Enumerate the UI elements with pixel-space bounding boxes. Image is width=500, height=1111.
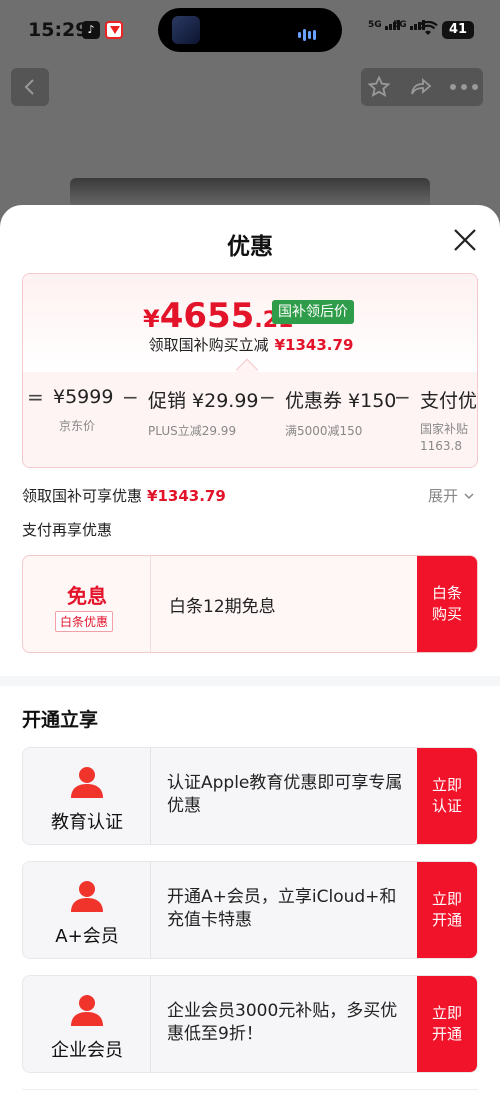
calc-operator: −	[259, 385, 276, 409]
open-now-button[interactable]: 立即开通	[417, 976, 477, 1072]
calc-operator: =	[27, 385, 44, 409]
action-label: 立即开通	[431, 890, 462, 929]
chevron-down-icon	[464, 493, 474, 500]
action-label: 白条购买	[431, 584, 462, 623]
audio-wave-icon	[298, 24, 326, 41]
calc-main: ¥5999	[53, 386, 114, 408]
expand-label: 展开	[428, 487, 459, 505]
star-icon[interactable]	[367, 75, 391, 99]
final-price: ¥4655.21	[143, 296, 293, 336]
offer-card-education[interactable]: 教育认证 认证Apple教育优惠即可享专属优惠 立即认证	[22, 747, 478, 845]
dynamic-island[interactable]	[158, 8, 342, 52]
offer-text: 企业会员3000元补贴，多买优惠低至9折！	[167, 1001, 398, 1044]
back-icon	[24, 79, 34, 95]
status-bar: 15:29 ♪ 5G 5G 41	[0, 0, 500, 62]
back-button[interactable]	[11, 68, 49, 106]
section-divider	[0, 676, 500, 686]
baitiao-tag: 白条优惠	[55, 611, 114, 632]
calc-main: 优惠券 ¥150	[285, 390, 397, 412]
offer-name: A+会员	[55, 926, 119, 947]
calc-sub: PLUS立减29.99	[148, 424, 237, 438]
baitiao-card[interactable]: 免息 白条优惠 白条12期免息 白条购买	[22, 555, 478, 653]
discount-sheet: 优惠 ¥4655.21 国补领后价 领取国补购买立减 ¥1343.79 = ¥59…	[0, 205, 500, 1111]
offer-badge: 企业会员	[23, 976, 151, 1072]
open-section-title: 开通立享	[22, 709, 99, 731]
action-label: 立即认证	[431, 776, 462, 815]
calc-item-coupon: 优惠券 ¥150 满5000减150	[285, 386, 396, 440]
calc-operator: −	[122, 385, 139, 409]
tiktok-icon: ♪	[82, 21, 100, 39]
offer-card-aplus[interactable]: A+会员 开通A+会员，立享iCloud+和充值卡特惠 立即开通	[22, 861, 478, 959]
calc-item-payment: 支付优惠 国家补贴 1163.8	[420, 386, 478, 455]
price-breakdown-card: ¥4655.21 国补领后价 领取国补购买立减 ¥1343.79 = ¥5999 …	[22, 273, 478, 468]
calc-sub: 国家补贴	[420, 422, 469, 436]
person-icon	[71, 881, 103, 912]
nav-actions	[361, 68, 483, 106]
action-label: 立即开通	[431, 1004, 462, 1043]
price-header: ¥4655.21 国补领后价 领取国补购买立减 ¥1343.79	[23, 274, 477, 370]
offer-badge: A+会员	[23, 862, 151, 958]
baitiao-text: 白条12期免息	[169, 597, 276, 617]
person-icon	[71, 995, 103, 1026]
calc-operator: −	[394, 385, 411, 409]
signal-label: 5G	[393, 20, 407, 30]
red-app-icon	[105, 21, 123, 39]
subsidy-price-tag: 国补领后价	[272, 300, 354, 324]
calc-main: 促销 ¥29.99	[148, 390, 259, 412]
claim-label: 领取国补购买立减	[148, 336, 269, 354]
baitiao-badge: 免息 白条优惠	[23, 556, 151, 652]
expand-button[interactable]: 展开	[428, 485, 475, 506]
now-playing-thumbnail	[172, 16, 200, 44]
baitiao-buy-button[interactable]: 白条购买	[417, 556, 477, 652]
person-icon	[71, 767, 103, 798]
calc-main: 支付优惠	[420, 390, 478, 412]
signal-label: 5G	[368, 20, 382, 30]
calc-sub-amount: 1163.8	[420, 439, 462, 453]
price-symbol: ¥	[143, 305, 160, 333]
enjoy-amount: ¥1343.79	[147, 487, 226, 505]
calc-sub: 京东价	[59, 419, 96, 433]
offer-name: 教育认证	[51, 812, 123, 833]
share-icon[interactable]	[409, 75, 433, 99]
sheet-title: 优惠	[227, 234, 273, 260]
price-calc-row[interactable]: = ¥5999 京东价 − 促销 ¥29.99 PLUS立减29.99 − 优惠…	[23, 372, 478, 467]
price-integer: 4655	[159, 296, 255, 336]
claim-line: 领取国补购买立减 ¥1343.79	[23, 334, 477, 355]
claim-amount: ¥1343.79	[274, 336, 354, 354]
status-time: 15:29	[28, 19, 89, 41]
offer-text: 认证Apple教育优惠即可享专属优惠	[167, 773, 403, 816]
calc-item-promotion: 促销 ¥29.99 PLUS立减29.99	[148, 386, 259, 440]
enjoy-label: 领取国补可享优惠	[22, 487, 143, 505]
pay-section-title: 支付再享优惠	[22, 521, 113, 539]
offer-text: 开通A+会员，立享iCloud+和充值卡特惠	[167, 887, 397, 930]
verify-now-button[interactable]: 立即认证	[417, 748, 477, 844]
section-divider	[22, 1089, 478, 1090]
calc-item-jd-price: ¥5999 京东价	[53, 386, 113, 435]
subsidy-enjoy-line: 领取国补可享优惠 ¥1343.79	[22, 485, 226, 506]
more-icon[interactable]	[449, 75, 479, 99]
open-now-button[interactable]: 立即开通	[417, 862, 477, 958]
offer-card-enterprise[interactable]: 企业会员 企业会员3000元补贴，多买优惠低至9折！ 立即开通	[22, 975, 478, 1073]
battery-icon: 41	[442, 21, 474, 39]
wifi-icon	[418, 20, 438, 41]
baitiao-big: 免息	[67, 584, 107, 608]
offer-badge: 教育认证	[23, 748, 151, 844]
offer-name: 企业会员	[51, 1040, 123, 1061]
calc-sub: 满5000减150	[285, 424, 363, 438]
close-icon[interactable]	[452, 227, 478, 253]
